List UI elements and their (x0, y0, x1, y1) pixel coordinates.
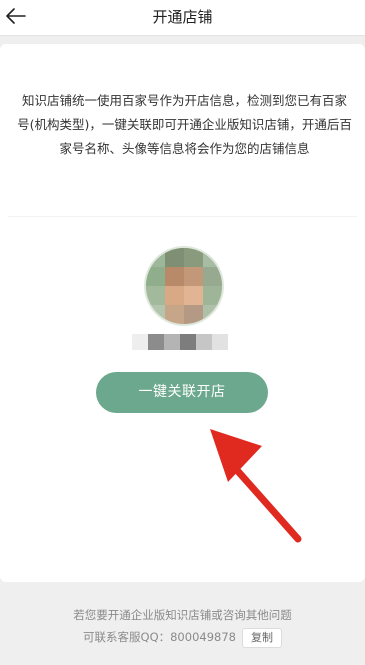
main-card: 知识店铺统一使用百家号作为开店信息，检测到您已有百家号(机构类型)，一键关联即可… (0, 44, 365, 582)
divider (8, 216, 357, 217)
footer-line-2: 可联系客服QQ：800049878 复制 (0, 626, 365, 648)
copy-button[interactable]: 复制 (241, 627, 282, 648)
annotation-arrow-icon (210, 429, 302, 543)
support-qq-text: 可联系客服QQ：800049878 (83, 630, 236, 644)
avatar (146, 248, 222, 324)
page-title: 开通店铺 (152, 8, 213, 26)
navbar: 开通店铺 (0, 0, 365, 36)
account-name (132, 334, 228, 350)
footer: 若您要开通企业版知识店铺或咨询其他问题 可联系客服QQ：800049878 复制 (0, 604, 365, 648)
footer-line-1: 若您要开通企业版知识店铺或咨询其他问题 (73, 608, 292, 622)
link-and-open-store-button[interactable]: 一键关联开店 (96, 372, 268, 413)
notice-text: 知识店铺统一使用百家号作为开店信息，检测到您已有百家号(机构类型)，一键关联即可… (17, 93, 352, 156)
